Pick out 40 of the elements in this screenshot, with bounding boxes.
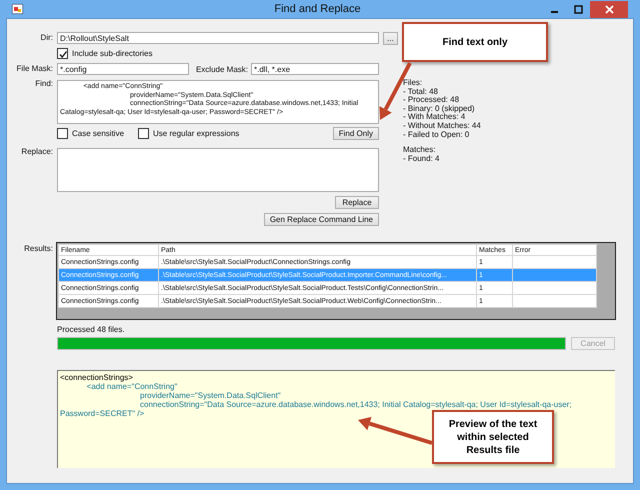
gen-command-line-button[interactable]: Gen Replace Command Line (264, 213, 379, 226)
browse-button[interactable]: ... (383, 32, 398, 45)
checkbox-label: Include sub-directories (72, 49, 152, 58)
checkbox[interactable] (138, 128, 150, 139)
callout-note: Find text only (402, 22, 548, 62)
app-icon (12, 4, 23, 14)
file-mask-label: File Mask: (16, 63, 53, 75)
close-icon (604, 4, 614, 14)
stats-line: - Binary: 0 (skipped) (403, 104, 476, 113)
file-mask-field[interactable]: *.config (57, 63, 189, 75)
checkbox[interactable] (57, 128, 68, 139)
dir-label: Dir: (40, 32, 53, 44)
checkbox-label: Case sensitive (72, 129, 124, 138)
find-label: Find: (34, 78, 53, 90)
check-icon (58, 49, 67, 58)
stats-line: - Failed to Open: 0 (403, 130, 470, 140)
find-only-button[interactable]: Find Only (332, 127, 379, 140)
minimize-icon (550, 11, 558, 13)
replace-field[interactable] (57, 148, 379, 192)
checkbox-label: Use regular expressions (153, 129, 240, 138)
preview-line: <connectionStrings> (60, 373, 133, 382)
exclude-mask-field[interactable]: *.dll, *.exe (251, 63, 379, 75)
results-label: Results: (23, 243, 53, 255)
close-button[interactable] (590, 0, 628, 18)
status-text: Processed 48 files. (57, 325, 126, 334)
exclude-mask-label: Exclude Mask: (196, 64, 248, 74)
stats-heading: Matches: (403, 146, 436, 155)
stats-heading: Files: (403, 79, 424, 88)
stats-line: - Without Matches: 44 (403, 122, 482, 131)
checkbox[interactable] (57, 48, 68, 59)
maximize-icon (574, 4, 583, 14)
stats-line: - Found: 4 (403, 154, 440, 164)
stats-line: - With Matches: 4 (403, 113, 466, 122)
dir-field[interactable]: D:\Rollout\StyleSalt (57, 32, 379, 44)
stats-line: - Processed: 48 (403, 96, 460, 105)
window-title: Find and Replace (274, 3, 361, 15)
callout-note: Preview of the text within selected Results file (432, 410, 554, 464)
replace-button[interactable]: Replace (335, 196, 379, 209)
replace-label: Replace: (20, 146, 53, 158)
stats-line: - Total: 48 (403, 88, 439, 96)
